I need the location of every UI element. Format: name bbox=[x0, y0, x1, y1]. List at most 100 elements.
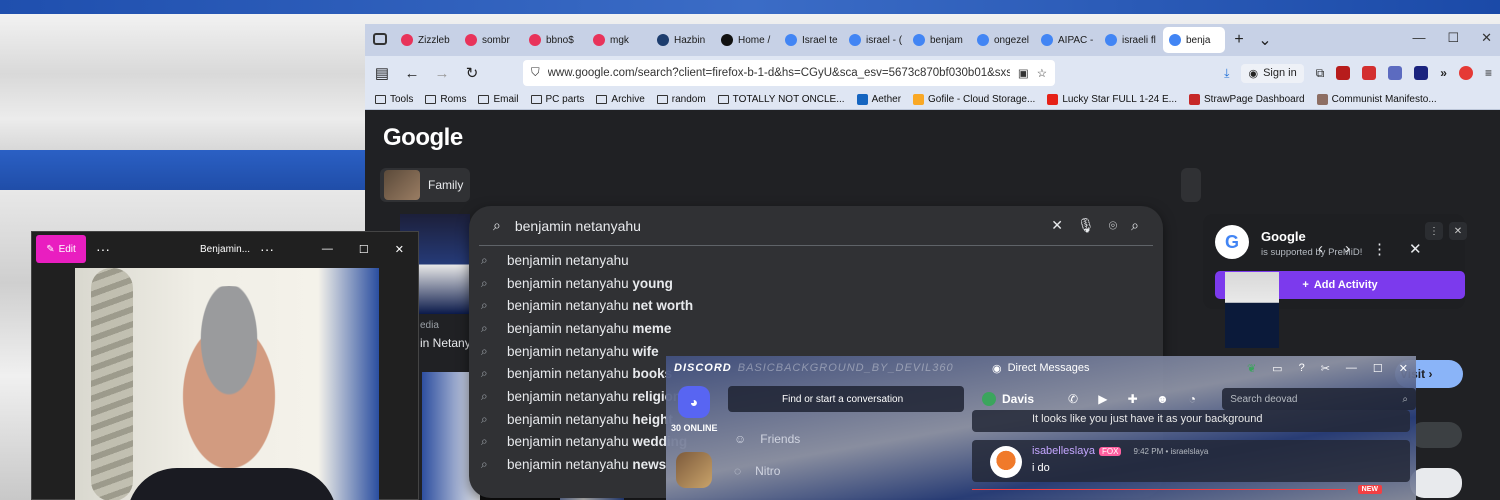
bookmark-star-icon[interactable]: ☆ bbox=[1037, 66, 1047, 80]
bookmark-item[interactable]: Communist Manifesto... bbox=[1316, 94, 1437, 105]
extension-red-icon[interactable] bbox=[1336, 66, 1351, 80]
site-info-icon[interactable]: ⛉ bbox=[531, 67, 540, 80]
find-conversation-input[interactable]: Find or start a conversation bbox=[728, 386, 964, 412]
tools-icon[interactable]: ✂ bbox=[1321, 362, 1330, 375]
ublock-icon[interactable] bbox=[1362, 66, 1377, 80]
bookmark-item[interactable]: random bbox=[656, 94, 706, 105]
browser-tab[interactable]: Home / bbox=[715, 27, 777, 53]
minimize-button[interactable]: — bbox=[1412, 30, 1425, 46]
close-button[interactable]: ✕ bbox=[1399, 362, 1408, 375]
extensions-icon[interactable]: ⧉ bbox=[1316, 66, 1325, 81]
microphone-icon[interactable]: 🎙 bbox=[1077, 217, 1095, 234]
prev-icon[interactable]: ‹ bbox=[1318, 240, 1323, 258]
browser-tab[interactable]: ongezel bbox=[971, 27, 1033, 53]
bookmark-item[interactable]: StrawPage Dashboard bbox=[1189, 94, 1305, 105]
dm-user[interactable]: Davis bbox=[982, 392, 1051, 406]
side-button[interactable] bbox=[1410, 468, 1462, 498]
search-box[interactable]: ⌕ benjamin netanyahu ✕ 🎙 ⌾ ⌕ bbox=[479, 206, 1153, 246]
search-input[interactable]: Search deovad ⌕ bbox=[1222, 388, 1416, 410]
avatar[interactable] bbox=[990, 446, 1022, 478]
sidebar-icon[interactable]: ▤ bbox=[373, 64, 391, 82]
menu-icon[interactable]: ≡ bbox=[1485, 66, 1492, 80]
preview-image[interactable] bbox=[1225, 272, 1279, 348]
discord-window: DISCORD BASICBACKGROUND_BY_DEVIL360 ◉ Dire… bbox=[666, 356, 1416, 500]
maximize-button[interactable]: ☐ bbox=[1447, 30, 1459, 46]
maximize-button[interactable]: ☐ bbox=[1373, 362, 1383, 375]
suggestion-item[interactable]: ⌕ benjamin netanyahu meme bbox=[469, 317, 1163, 340]
suggestion-item[interactable]: ⌕ benjamin netanyahu young bbox=[469, 272, 1163, 295]
result-title[interactable]: in Netany bbox=[420, 336, 471, 350]
google-logo[interactable]: Google bbox=[383, 124, 463, 152]
browser-tab[interactable]: sombr bbox=[459, 27, 521, 53]
pin-icon[interactable]: ✚ bbox=[1125, 392, 1141, 406]
browser-tab[interactable]: israel - ( bbox=[843, 27, 905, 53]
search-submit-icon[interactable]: ⌕ bbox=[1131, 217, 1139, 234]
minimize-button[interactable]: — bbox=[1346, 362, 1357, 375]
call-icon[interactable]: ✆ bbox=[1065, 392, 1081, 406]
url-bar[interactable]: ⛉ www.google.com/search?client=firefox-b… bbox=[523, 60, 1055, 86]
lens-icon[interactable]: ⌾ bbox=[1109, 217, 1117, 234]
browser-tab[interactable]: bbno$ bbox=[523, 27, 585, 53]
nitro-item[interactable]: ◌ Nitro bbox=[734, 464, 780, 478]
extension-blue-icon[interactable] bbox=[1388, 66, 1403, 80]
inbox-icon[interactable]: ▭ bbox=[1272, 362, 1282, 375]
browser-tab[interactable]: Zizzleb bbox=[395, 27, 457, 53]
message-author[interactable]: isabelleslaya FOX 9:42 PM • israelslaya bbox=[1032, 445, 1208, 457]
browser-tab[interactable]: benja bbox=[1163, 27, 1225, 53]
downloads-icon[interactable]: ⤓ bbox=[1224, 66, 1229, 81]
add-friend-icon[interactable]: ☻ bbox=[1155, 392, 1171, 406]
close-button[interactable]: ✕ bbox=[395, 243, 404, 256]
close-button[interactable]: ✕ bbox=[1481, 30, 1492, 46]
bookmark-item[interactable]: Roms bbox=[425, 94, 466, 105]
browser-tab[interactable]: israeli fl bbox=[1099, 27, 1161, 53]
browser-tab[interactable]: Israel te bbox=[779, 27, 841, 53]
browser-tab[interactable]: mgk bbox=[587, 27, 649, 53]
bookmark-item[interactable]: Email bbox=[478, 94, 519, 105]
tab-list-button[interactable]: ⌄ bbox=[1253, 30, 1277, 50]
filter-chip-family[interactable]: Family bbox=[380, 168, 470, 202]
more-icon[interactable]: ⋮ bbox=[1425, 222, 1443, 240]
more-tools-icon[interactable]: » bbox=[1440, 66, 1447, 80]
forward-button[interactable]: → bbox=[433, 65, 451, 82]
extension-dark-icon[interactable] bbox=[1414, 66, 1429, 80]
next-icon[interactable]: › bbox=[1345, 240, 1350, 258]
leaf-icon[interactable]: ❦ bbox=[1247, 362, 1256, 375]
tab-overview-icon[interactable] bbox=[373, 33, 387, 45]
bookmark-item[interactable]: Archive bbox=[596, 94, 645, 105]
discord-home-icon[interactable]: ◕ bbox=[678, 386, 710, 418]
bookmark-item[interactable]: TOTALLY NOT ONCLE... bbox=[717, 94, 845, 105]
extension-play-icon[interactable] bbox=[1458, 66, 1473, 80]
more-icon[interactable]: ··· bbox=[260, 241, 274, 257]
edit-button[interactable]: ✎ Edit bbox=[36, 235, 86, 263]
back-button[interactable]: ← bbox=[403, 65, 421, 82]
friends-item[interactable]: ☺ Friends bbox=[734, 432, 800, 446]
browser-tab[interactable]: benjam bbox=[907, 27, 969, 53]
bookmark-item[interactable]: Lucky Star FULL 1-24 E... bbox=[1047, 94, 1177, 105]
profile-icon[interactable]: ◔ bbox=[1184, 392, 1200, 406]
new-tab-button[interactable]: + bbox=[1227, 31, 1251, 49]
maximize-button[interactable]: ☐ bbox=[359, 243, 369, 256]
search-input[interactable]: benjamin netanyahu bbox=[515, 218, 1037, 234]
filter-chip[interactable] bbox=[1181, 168, 1201, 202]
browser-tab[interactable]: AIPAC - bbox=[1035, 27, 1097, 53]
bookmark-item[interactable]: Gofile - Cloud Storage... bbox=[913, 94, 1035, 105]
more-icon[interactable]: ⋮ bbox=[1372, 240, 1387, 258]
bookmark-item[interactable]: PC parts bbox=[530, 94, 584, 105]
reader-view-icon[interactable]: ▣ bbox=[1018, 66, 1029, 80]
bookmark-item[interactable]: Aether bbox=[856, 94, 901, 105]
sign-in-button[interactable]: ◉ Sign in bbox=[1241, 63, 1304, 83]
close-icon[interactable]: ✕ bbox=[1409, 240, 1422, 258]
reload-button[interactable]: ↻ bbox=[463, 64, 481, 82]
suggestion-item[interactable]: ⌕ benjamin netanyahu net worth bbox=[469, 294, 1163, 317]
clear-icon[interactable]: ✕ bbox=[1051, 217, 1063, 234]
browser-tab[interactable]: Hazbin bbox=[651, 27, 713, 53]
server-icon[interactable] bbox=[676, 452, 712, 488]
video-icon[interactable]: ▶ bbox=[1095, 392, 1111, 406]
close-icon[interactable]: ✕ bbox=[1449, 222, 1467, 240]
help-icon[interactable]: ? bbox=[1299, 362, 1305, 375]
minimize-button[interactable]: — bbox=[322, 243, 333, 256]
side-button[interactable] bbox=[1410, 422, 1462, 448]
more-icon[interactable]: ··· bbox=[96, 241, 110, 257]
suggestion-item[interactable]: ⌕ benjamin netanyahu bbox=[469, 249, 1163, 272]
bookmark-item[interactable]: Tools bbox=[375, 94, 413, 105]
